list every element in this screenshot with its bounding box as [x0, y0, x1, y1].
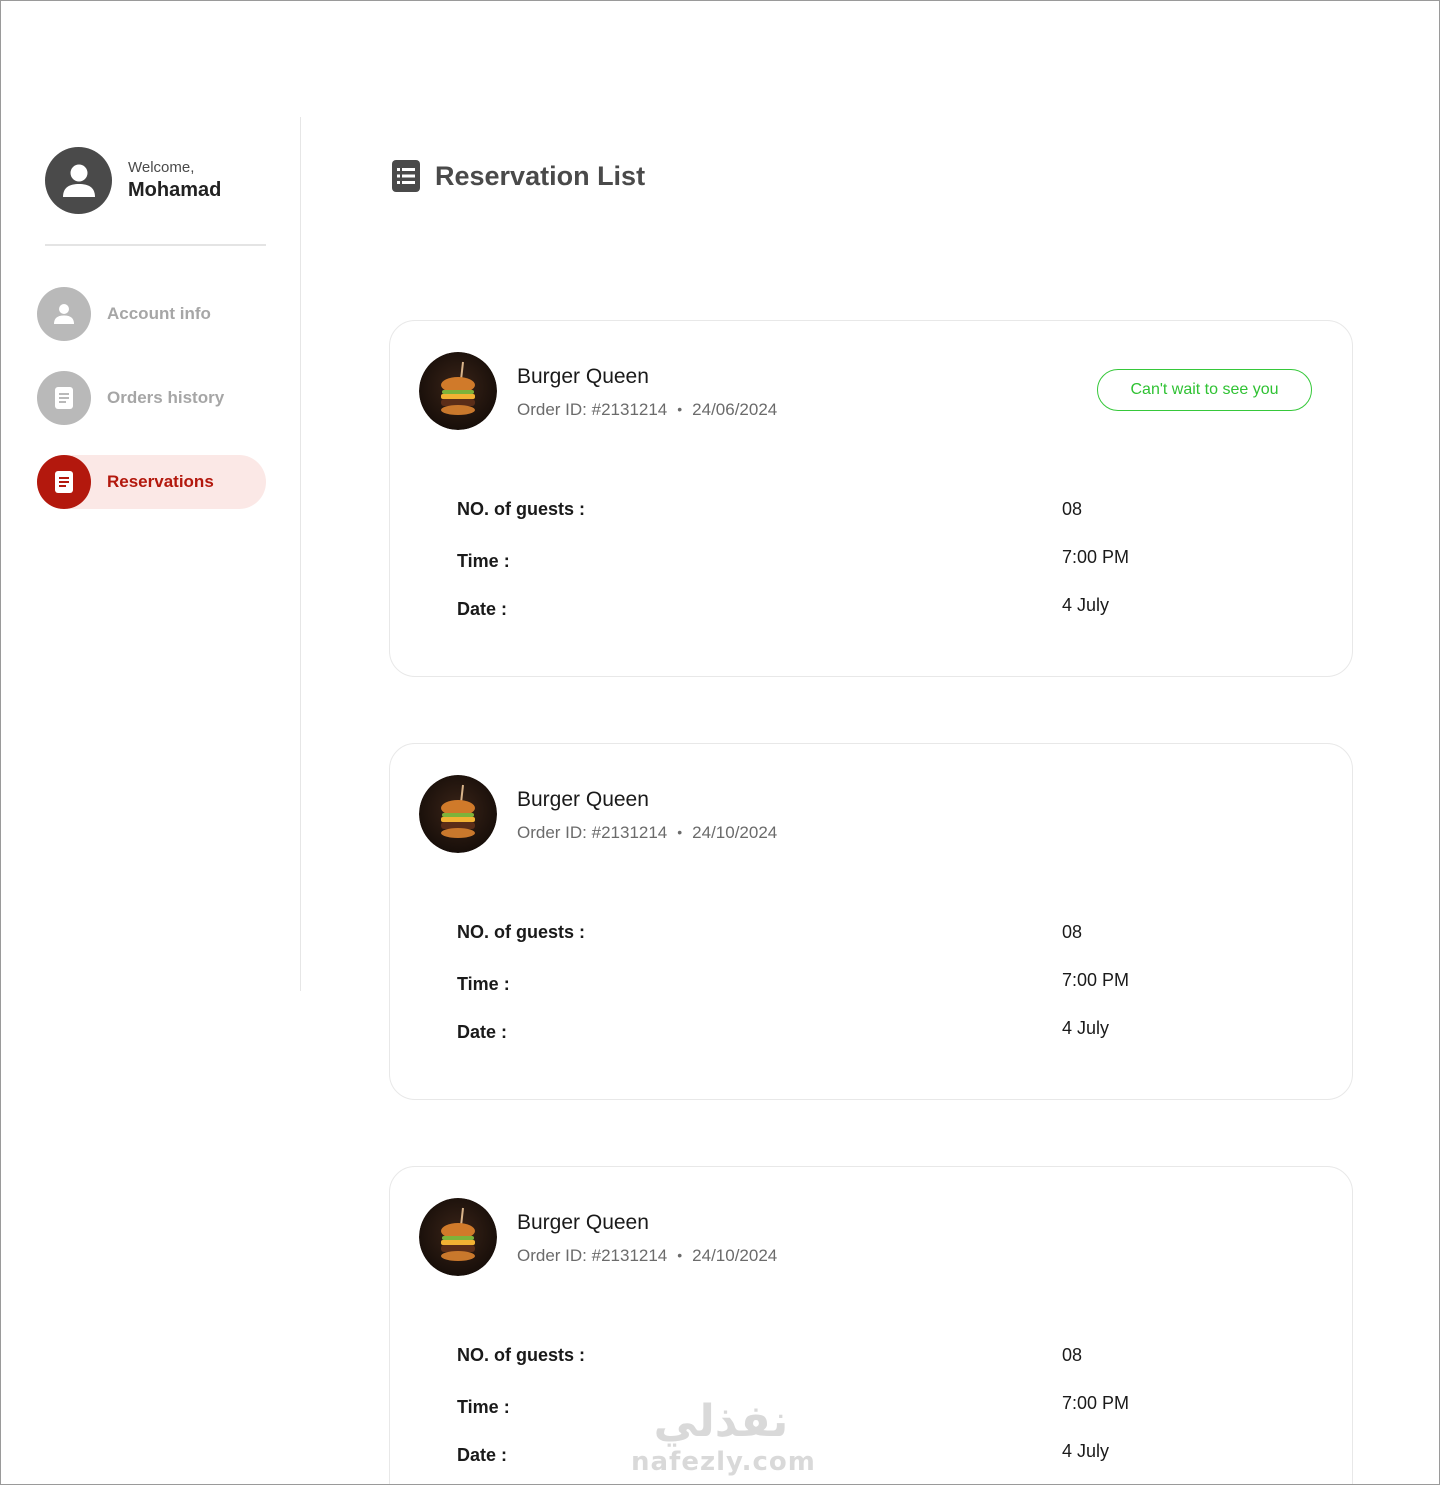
restaurant-thumbnail	[419, 1198, 497, 1276]
time-value: 7:00 PM	[1062, 1393, 1130, 1413]
reservation-card[interactable]: Burger Queen Order ID: #2131214 • 24/06/20…	[389, 320, 1353, 677]
restaurant-name: Burger Queen	[517, 365, 649, 388]
avatar	[45, 147, 112, 214]
reservation-card[interactable]: Burger Queen Order ID: #2131214 • 24/10/20…	[389, 743, 1353, 1100]
date-label: Date :	[457, 1022, 508, 1042]
document-icon	[55, 471, 73, 493]
order-meta: Order ID: #2131214 • 24/10/2024	[517, 1246, 777, 1266]
guests-value: 08	[1062, 499, 1083, 519]
user-icon	[62, 164, 95, 197]
order-date: 24/10/2024	[692, 823, 778, 842]
sidebar-item-reservations[interactable]: Reservations	[37, 455, 266, 509]
user-icon	[54, 304, 74, 324]
time-label: Time :	[457, 974, 510, 994]
date-label: Date :	[457, 599, 508, 619]
burger-image	[419, 775, 497, 853]
welcome-text: Welcome,	[128, 159, 195, 176]
order-id: Order ID: #2131214	[517, 400, 668, 419]
sidebar-item-orders-history[interactable]: Orders history	[37, 371, 266, 425]
user-profile: Welcome, Mohamad	[45, 147, 221, 214]
reservation-card[interactable]: Burger Queen Order ID: #2131214 • 24/10/20…	[389, 1166, 1353, 1484]
order-meta: Order ID: #2131214 • 24/06/2024	[517, 400, 777, 420]
guests-label: NO. of guests :	[457, 922, 586, 942]
sidebar-item-account-info[interactable]: Account info	[37, 287, 266, 341]
page-frame: Welcome, Mohamad Account info Orders his…	[0, 0, 1440, 1485]
document-icon	[55, 387, 73, 409]
sidebar-item-label: Account info	[107, 304, 211, 323]
separator-dot: •	[677, 824, 683, 840]
date-value: 4 July	[1062, 1018, 1110, 1038]
time-label: Time :	[457, 1397, 510, 1417]
guests-label: NO. of guests :	[457, 1345, 586, 1365]
separator-dot: •	[677, 401, 683, 417]
guests-value: 08	[1062, 1345, 1083, 1365]
list-icon	[392, 160, 420, 192]
date-value: 4 July	[1062, 595, 1110, 615]
order-id: Order ID: #2131214	[517, 823, 668, 842]
time-value: 7:00 PM	[1062, 970, 1130, 990]
guests-label: NO. of guests :	[457, 499, 586, 519]
sidebar-divider	[45, 244, 266, 246]
date-value: 4 July	[1062, 1441, 1110, 1461]
restaurant-name: Burger Queen	[517, 1211, 649, 1234]
time-value: 7:00 PM	[1062, 547, 1130, 567]
sidebar: Welcome, Mohamad Account info Orders his…	[1, 117, 301, 991]
burger-image	[419, 352, 497, 430]
order-meta: Order ID: #2131214 • 24/10/2024	[517, 823, 777, 843]
sidebar-nav: Account info Orders history Reservations	[37, 287, 266, 539]
burger-image	[419, 1198, 497, 1276]
order-id: Order ID: #2131214	[517, 1246, 668, 1265]
separator-dot: •	[677, 1247, 683, 1263]
sidebar-item-label: Orders history	[107, 388, 225, 407]
status-badge: Can't wait to see you	[1097, 369, 1312, 411]
restaurant-thumbnail	[419, 775, 497, 853]
restaurant-thumbnail	[419, 352, 497, 430]
order-date: 24/06/2024	[692, 400, 778, 419]
username: Mohamad	[128, 179, 222, 201]
page-title: Reservation List	[435, 160, 646, 191]
time-label: Time :	[457, 551, 510, 571]
sidebar-item-label: Reservations	[107, 472, 214, 491]
restaurant-name: Burger Queen	[517, 788, 649, 811]
guests-value: 08	[1062, 922, 1083, 942]
order-date: 24/10/2024	[692, 1246, 778, 1265]
page-header: Reservation List	[391, 159, 645, 193]
date-label: Date :	[457, 1445, 508, 1465]
